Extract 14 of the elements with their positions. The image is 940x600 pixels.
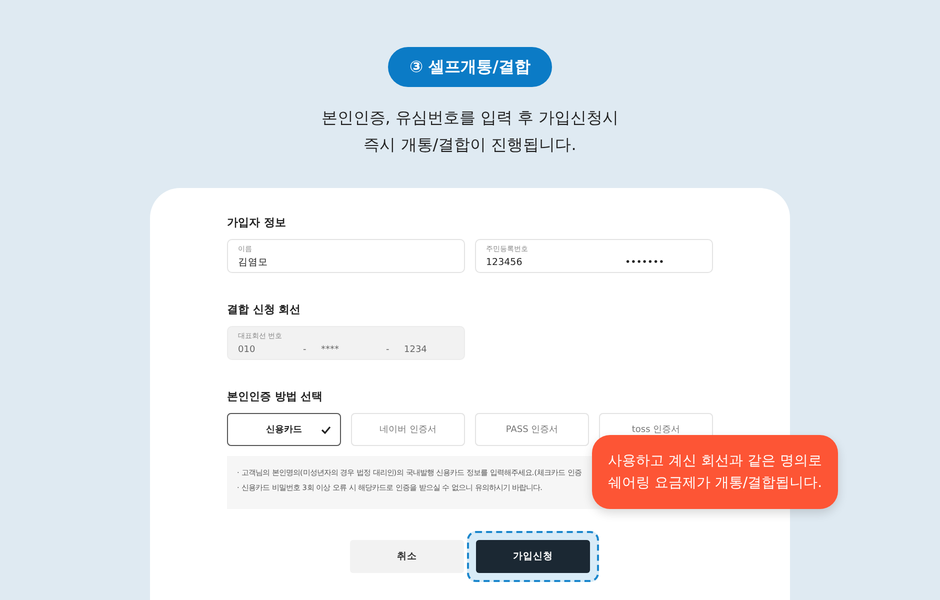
step-badge: ③ 셀프개통/결합 bbox=[388, 47, 552, 87]
callout-text: 사용하고 계신 회선과 같은 명의로 bbox=[608, 452, 822, 470]
section-title: 결합 신청 회선 bbox=[227, 303, 302, 317]
auth-option[interactable]: 신용카드 bbox=[227, 413, 341, 446]
section-title: 가입자 정보 bbox=[227, 216, 287, 230]
section-title: 본인인증 방법 선택 bbox=[227, 390, 324, 404]
callout-text: 쉐어링 요금제가 개통/결합됩니다. bbox=[608, 474, 822, 492]
auth-option[interactable]: 네이버 인증서 bbox=[351, 413, 465, 446]
check-icon bbox=[321, 425, 331, 435]
submit-button[interactable]: 가입신청 bbox=[476, 540, 590, 573]
intro-text: 즉시 개통/결합이 진행됩니다. bbox=[364, 134, 576, 155]
cancel-button[interactable]: 취소 bbox=[350, 540, 464, 573]
auth-option[interactable]: PASS 인증서 bbox=[475, 413, 589, 446]
intro-text: 본인인증, 유심번호를 입력 후 가입신청시 bbox=[321, 107, 619, 128]
